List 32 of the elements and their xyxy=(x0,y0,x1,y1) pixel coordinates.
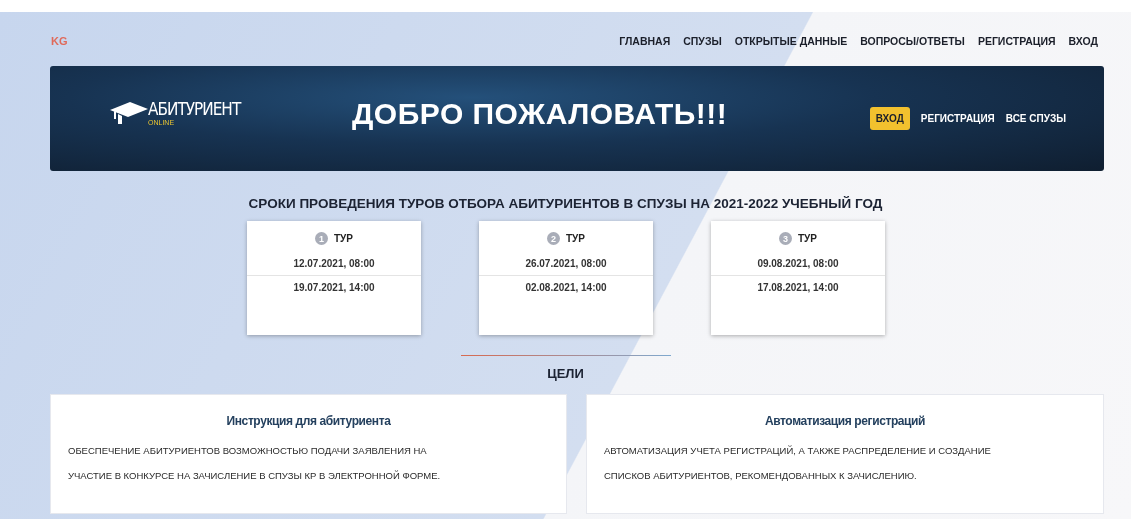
goal-text-line: СПИСКОВ АБИТУРИЕНТОВ, РЕКОМЕНДОВАННЫХ К ЗАЧИСЛЕНИЮ. xyxy=(604,469,918,483)
goal-text-line: ОБЕСПЕЧЕНИЕ АБИТУРИЕНТОВ ВОЗМОЖНОСТЬЮ ПОДАЧИ ЗАЯВЛЕНИЯ НА xyxy=(68,444,428,458)
tour-number: 3 xyxy=(779,232,792,245)
welcome-title: ДОБРО ПОЖАЛОВАТЬ!!! xyxy=(352,96,729,131)
logo-name: АБИТУРИЕНТ xyxy=(148,99,241,119)
goal-text-line: АВТОМАТИЗАЦИЯ УЧЕТА РЕГИСТРАЦИЙ, А ТАКЖЕ РАСПРЕДЕЛЕНИЕ И СОЗДАНИЕ xyxy=(604,444,992,458)
tour-label: ТУР xyxy=(798,233,817,244)
tour-end-date: 19.07.2021, 14:00 xyxy=(292,281,376,295)
tour-end-date: 17.08.2021, 14:00 xyxy=(756,281,840,295)
banner-link[interactable]: РЕГИСТРАЦИЯ xyxy=(920,113,995,124)
nav-link[interactable]: ВОПРОСЫ/ОТВЕТЫ xyxy=(860,35,965,47)
nav-link[interactable]: ОТКРЫТЫЕ ДАННЫЕ xyxy=(734,35,848,47)
banner-link[interactable]: ВСЕ СПУЗЫ xyxy=(1005,113,1066,124)
nav-link[interactable]: СПУЗЫ xyxy=(683,35,722,47)
tour-start-date: 09.08.2021, 08:00 xyxy=(756,257,840,271)
goals-title: ЦЕЛИ xyxy=(546,366,585,381)
goal-heading: Инструкция для абитуриента xyxy=(225,414,392,428)
nav-link[interactable]: ГЛАВНАЯ xyxy=(619,35,671,47)
goal-heading: Автоматизация регистраций xyxy=(763,414,927,428)
login-button[interactable]: ВХОД xyxy=(869,107,910,130)
nav-link[interactable]: ВХОД xyxy=(1068,35,1098,47)
schedule-title: СРОКИ ПРОВЕДЕНИЯ ТУРОВ ОТБОРА АБИТУРИЕНТОВ В СПУЗЫ НА 2021-2022 УЧЕБНЫЙ ГОД xyxy=(247,196,884,211)
goal-text-line: УЧАСТИЕ В КОНКУРСЕ НА ЗАЧИСЛЕНИЕ В СПУЗЫ КР В ЭЛЕКТРОННОЙ ФОРМЕ. xyxy=(68,469,442,483)
tour-number: 1 xyxy=(315,232,328,245)
graduation-cap-icon xyxy=(108,100,148,126)
tour-start-date: 12.07.2021, 08:00 xyxy=(292,257,376,271)
tour-start-date: 26.07.2021, 08:00 xyxy=(524,257,608,271)
tour-number: 2 xyxy=(547,232,560,245)
tour-label: ТУР xyxy=(334,233,353,244)
tour-end-date: 02.08.2021, 14:00 xyxy=(524,281,608,295)
tour-label: ТУР xyxy=(566,233,585,244)
nav-link[interactable]: РЕГИСТРАЦИЯ xyxy=(977,35,1056,47)
